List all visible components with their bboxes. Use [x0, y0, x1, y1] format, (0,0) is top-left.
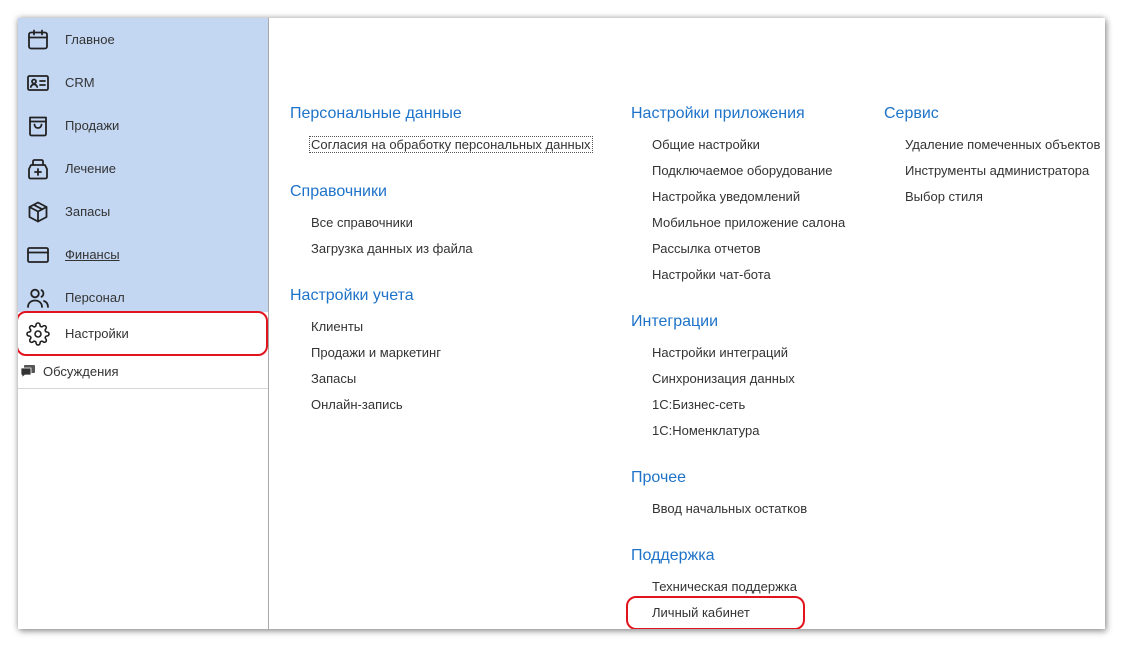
medical-bag-icon	[26, 157, 50, 181]
sidebar: Главное CRM Продажи Лечение Запасы Финан…	[18, 18, 269, 629]
calendar-icon	[26, 28, 50, 52]
link-connected-equipment[interactable]: Подключаемое оборудование	[652, 163, 833, 178]
sidebar-item-label: Финансы	[65, 247, 120, 262]
shopping-bag-icon	[26, 114, 50, 138]
sidebar-item-treatment[interactable]: Лечение	[18, 147, 268, 190]
group-title-other: Прочее	[631, 469, 687, 486]
group-title-accounting-settings: Настройки учета	[290, 287, 414, 304]
sidebar-item-label: Главное	[65, 32, 115, 47]
contact-card-icon	[26, 71, 50, 95]
link-data-sync[interactable]: Синхронизация данных	[652, 371, 795, 386]
app-window: Главное CRM Продажи Лечение Запасы Финан…	[18, 18, 1105, 629]
link-chatbot-settings[interactable]: Настройки чат-бота	[652, 267, 771, 282]
link-style-choice[interactable]: Выбор стиля	[905, 189, 983, 204]
sidebar-item-crm[interactable]: CRM	[18, 61, 268, 104]
group-title-support: Поддержка	[631, 547, 715, 564]
link-personal-data-consents[interactable]: Согласия на обработку персональных данны…	[309, 136, 593, 153]
people-icon	[26, 286, 50, 310]
link-nomenclature[interactable]: 1С:Номенклатура	[652, 423, 759, 438]
chat-bubbles-icon	[20, 363, 36, 379]
sidebar-item-settings[interactable]: Настройки	[18, 312, 268, 355]
link-delete-marked-objects[interactable]: Удаление помеченных объектов	[905, 137, 1100, 152]
group-title-references: Справочники	[290, 183, 387, 200]
sidebar-item-label: Персонал	[65, 290, 125, 305]
credit-card-icon	[26, 243, 50, 267]
group-title-personal-data: Персональные данные	[290, 105, 462, 122]
link-online-booking[interactable]: Онлайн-запись	[311, 397, 403, 412]
sidebar-item-label: Лечение	[65, 161, 117, 176]
link-salon-mobile-app[interactable]: Мобильное приложение салона	[652, 215, 845, 230]
package-icon	[26, 200, 50, 224]
link-general-settings[interactable]: Общие настройки	[652, 137, 760, 152]
link-all-references[interactable]: Все справочники	[311, 215, 413, 230]
sidebar-item-sales[interactable]: Продажи	[18, 104, 268, 147]
link-admin-tools[interactable]: Инструменты администратора	[905, 163, 1089, 178]
link-notification-settings[interactable]: Настройка уведомлений	[652, 189, 800, 204]
link-tech-support[interactable]: Техническая поддержка	[652, 579, 797, 594]
sidebar-item-stock[interactable]: Запасы	[18, 190, 268, 233]
link-initial-balances[interactable]: Ввод начальных остатков	[652, 501, 807, 516]
link-import-data[interactable]: Загрузка данных из файла	[311, 241, 473, 256]
sections-panel: Главное CRM Продажи Лечение Запасы Финан…	[18, 18, 268, 355]
group-title-integrations: Интеграции	[631, 313, 719, 330]
gear-icon	[26, 321, 50, 346]
sidebar-item-label: Продажи	[65, 118, 120, 133]
sidebar-item-label: CRM	[65, 75, 95, 90]
link-personal-account[interactable]: Личный кабинет	[652, 605, 750, 620]
sidebar-item-main[interactable]: Главное	[18, 18, 268, 61]
group-title-app-settings: Настройки приложения	[631, 105, 805, 122]
link-sales-marketing[interactable]: Продажи и маркетинг	[311, 345, 441, 360]
group-title-service: Сервис	[884, 105, 939, 122]
link-business-network[interactable]: 1С:Бизнес-сеть	[652, 397, 745, 412]
link-report-mailing[interactable]: Рассылка отчетов	[652, 241, 761, 256]
sidebar-item-label: Настройки	[65, 326, 129, 341]
link-integration-settings[interactable]: Настройки интеграций	[652, 345, 788, 360]
discussions-item[interactable]: Обсуждения	[18, 354, 268, 389]
sidebar-item-finance[interactable]: Финансы	[18, 233, 268, 276]
settings-content: Персональные данные Согласия на обработк…	[269, 18, 1105, 629]
link-clients[interactable]: Клиенты	[311, 319, 363, 334]
discussions-label: Обсуждения	[43, 363, 119, 379]
sidebar-item-label: Запасы	[65, 204, 111, 219]
link-stock[interactable]: Запасы	[311, 371, 356, 386]
